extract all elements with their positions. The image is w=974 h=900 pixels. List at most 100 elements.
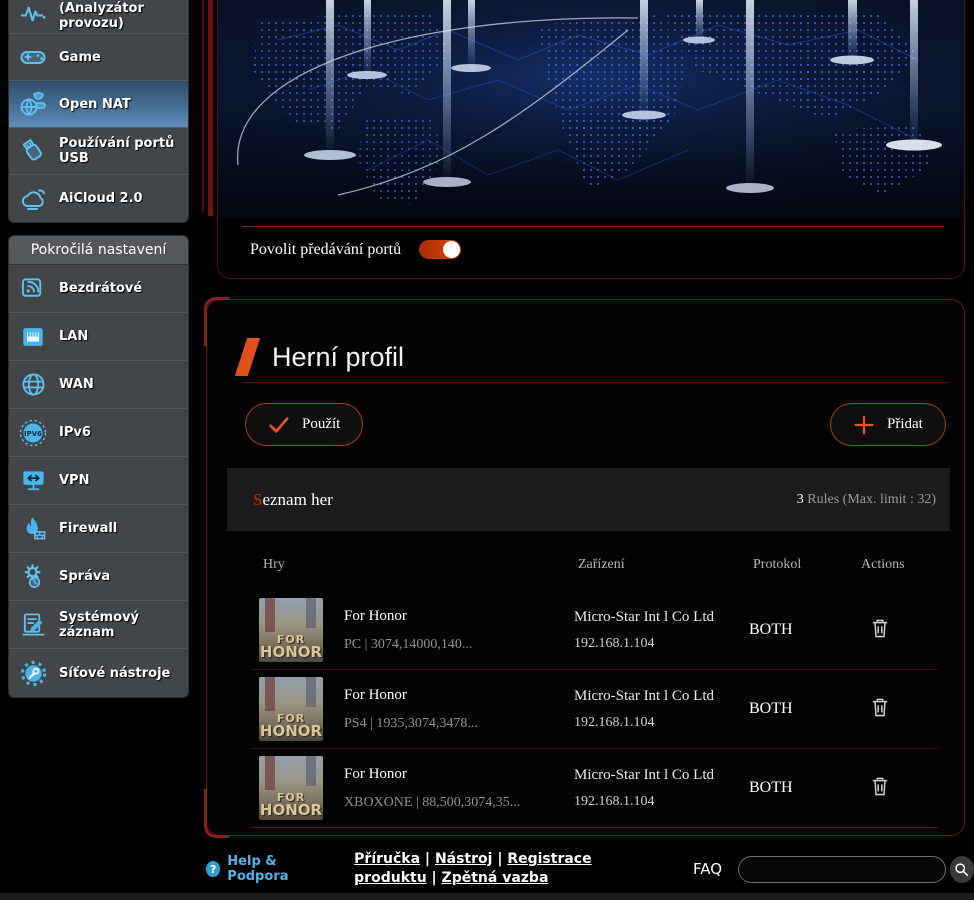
link-separator: |	[492, 851, 507, 867]
link-separator: |	[420, 851, 435, 867]
game-cover-thumbnail: FORHONOR	[259, 756, 323, 820]
trash-icon	[871, 697, 889, 717]
protocol-value: BOTH	[749, 779, 857, 797]
vpn-icon	[16, 467, 50, 494]
sidebar-item-wan[interactable]: WAN	[9, 361, 188, 409]
apply-button-label: Použít	[302, 416, 340, 433]
actions-cell	[857, 618, 947, 643]
port-forwarding-toggle[interactable]	[419, 240, 461, 259]
sidebar-item-network-tools[interactable]: Síťové nástroje	[9, 649, 188, 697]
column-header-game: Hry	[263, 557, 578, 573]
sidebar-item-label: IPv6	[59, 425, 91, 440]
trash-icon	[871, 776, 889, 796]
sidebar-item-label: Používání portů USB	[59, 136, 184, 166]
svg-text:IPV6: IPV6	[24, 429, 42, 437]
port-forwarding-panel: Povolit předávání portů	[217, 0, 965, 279]
sidebar-item-game[interactable]: Game	[9, 34, 188, 81]
lan-icon	[16, 324, 50, 350]
column-header-actions: Actions	[861, 557, 951, 573]
device-cell: Micro-Star Int l Co Ltd 192.168.1.104	[574, 609, 749, 652]
delete-rule-button[interactable]	[871, 618, 889, 638]
title-accent-slash	[235, 338, 260, 376]
device-ip: 192.168.1.104	[574, 794, 749, 810]
delete-rule-button[interactable]	[871, 776, 889, 796]
device-ip: 192.168.1.104	[574, 636, 749, 652]
sidebar-item-firewall[interactable]: Firewall	[9, 505, 188, 553]
sidebar-item-open-nat[interactable]: Open NAT	[9, 81, 188, 128]
sidebar-item-traffic-analyzer[interactable]: (Analyzátor provozu)	[9, 0, 188, 34]
sidebar-item-label: WAN	[59, 377, 94, 392]
router-admin-screen: (Analyzátor provozu) Game Open NAT Použí…	[0, 0, 974, 900]
network-tools-icon	[16, 660, 50, 687]
toggle-knob	[443, 241, 460, 258]
help-support-label: Help & Podpora	[227, 854, 330, 884]
sidebar-item-wireless[interactable]: Bezdrátové	[9, 265, 188, 313]
game-cover-thumbnail: FORHONOR	[259, 677, 323, 741]
sidebar-item-label: AiCloud 2.0	[59, 191, 143, 206]
button-row: Použít Přidat	[207, 383, 964, 446]
sidebar-item-vpn[interactable]: VPN	[9, 457, 188, 505]
protocol-value: BOTH	[749, 700, 857, 718]
panel-title-row: Herní profil	[207, 300, 964, 376]
table-row: FORHONOR For Honor PS4 | 1935,3074,3478.…	[251, 670, 938, 749]
trash-icon	[871, 618, 889, 638]
sidebar-item-lan[interactable]: LAN	[9, 313, 188, 361]
traffic-analyzer-icon	[16, 1, 50, 28]
system-log-icon	[16, 611, 50, 638]
sidebar-item-label: Game	[59, 50, 101, 65]
sidebar-main-block: (Analyzátor provozu) Game Open NAT Použí…	[8, 0, 189, 223]
port-forwarding-row: Povolit předávání portů	[218, 227, 964, 259]
sidebar-item-usb[interactable]: Používání portů USB	[9, 128, 188, 175]
footer: ? Help & Podpora Příručka | Nástroj | Re…	[0, 845, 974, 893]
device-name: Micro-Star Int l Co Ltd	[574, 688, 749, 705]
faq-search-button[interactable]	[950, 856, 974, 883]
link-separator: |	[427, 870, 442, 886]
sidebar-item-aicloud[interactable]: AiCloud 2.0	[9, 175, 188, 222]
table-row: FORHONOR For Honor XBOXONE | 88,500,3074…	[251, 749, 938, 828]
panel-left-accent-thin	[202, 0, 204, 212]
device-ip: 192.168.1.104	[574, 715, 749, 731]
sidebar-section-title: Pokročilá nastavení	[9, 236, 188, 265]
bottom-strip	[0, 893, 974, 900]
rules-counter: 3 Rules (Max. limit : 32)	[797, 492, 936, 508]
footer-link-manual[interactable]: Příručka	[354, 851, 420, 867]
wan-icon	[16, 371, 50, 398]
wireless-icon	[16, 275, 50, 302]
help-icon: ?	[206, 861, 220, 877]
game-name-cell: For Honor PC | 3074,14000,140...	[344, 608, 574, 653]
sidebar-item-system-log[interactable]: Systémový záznam	[9, 601, 188, 649]
apply-button[interactable]: Použít	[245, 403, 363, 446]
sidebar-item-label: LAN	[59, 329, 88, 344]
actions-cell	[857, 776, 947, 801]
protocol-value: BOTH	[749, 621, 857, 639]
game-list-title: Seznam her	[253, 490, 333, 510]
firewall-icon	[16, 515, 50, 542]
sidebar-item-label: Open NAT	[59, 97, 131, 112]
footer-link-feedback[interactable]: Zpětná vazba	[442, 870, 549, 886]
column-header-protocol: Protokol	[753, 557, 861, 573]
ipv6-icon: IPV6	[16, 419, 50, 447]
game-name: For Honor	[344, 608, 574, 625]
sidebar-item-label: Systémový záznam	[59, 610, 184, 640]
gear-icon	[16, 563, 50, 590]
port-forwarding-label: Povolit předávání portů	[250, 241, 401, 259]
device-cell: Micro-Star Int l Co Ltd 192.168.1.104	[574, 688, 749, 731]
sidebar-item-ipv6[interactable]: IPV6 IPv6	[9, 409, 188, 457]
faq-label: FAQ	[693, 860, 722, 878]
sidebar-item-label: (Analyzátor provozu)	[59, 1, 184, 31]
search-icon	[954, 862, 969, 877]
device-name: Micro-Star Int l Co Ltd	[574, 609, 749, 626]
sidebar: (Analyzátor provozu) Game Open NAT Použí…	[8, 0, 189, 698]
footer-link-utility[interactable]: Nástroj	[435, 851, 493, 867]
actions-cell	[857, 697, 947, 722]
game-platform-ports: PS4 | 1935,3074,3478...	[344, 716, 574, 732]
game-name-cell: For Honor XBOXONE | 88,500,3074,35...	[344, 766, 574, 811]
add-button[interactable]: Přidat	[830, 403, 946, 446]
faq-search-input[interactable]	[738, 856, 946, 883]
game-cover-text: FORHONOR	[259, 792, 323, 818]
help-support[interactable]: ? Help & Podpora	[206, 854, 330, 884]
delete-rule-button[interactable]	[871, 697, 889, 717]
game-profile-panel: Herní profil Použít Přidat Seznam her 3 …	[206, 299, 965, 836]
plus-icon	[853, 414, 875, 436]
sidebar-item-administration[interactable]: Správa	[9, 553, 188, 601]
